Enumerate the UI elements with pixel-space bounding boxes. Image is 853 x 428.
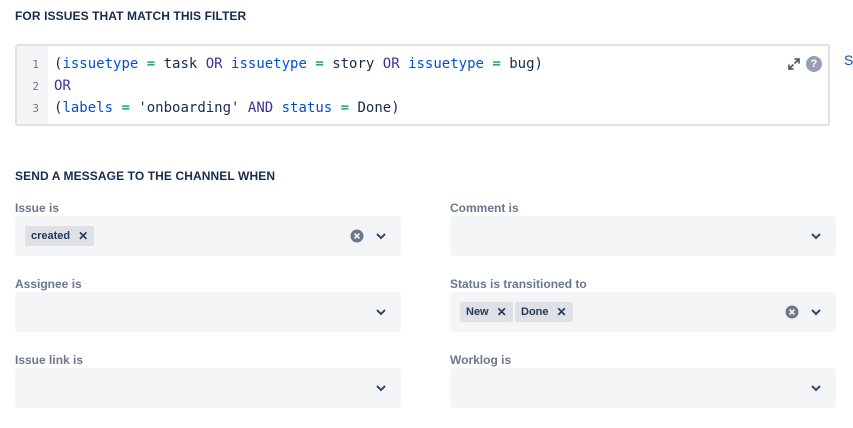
jql-field: issuetype [62,56,139,72]
assignee-is-select[interactable] [15,292,401,332]
status-transitioned-label: Status is transitioned to [450,277,587,291]
jql-value: bug [509,56,535,72]
status-chip: New ✕ [460,302,513,322]
comment-is-label: Comment is [450,201,519,215]
send-section-title: SEND A MESSAGE TO THE CHANNEL WHEN [15,169,276,183]
issue-link-is-select[interactable] [15,368,401,408]
jql-value: 'onboarding' [138,100,240,116]
jql-operator: = [306,56,333,72]
jql-operator: = [483,56,510,72]
code-line-3[interactable]: (labels = 'onboarding' AND status = Done… [54,100,400,116]
jql-keyword: OR [54,78,71,94]
issue-is-chip: created ✕ [25,226,95,246]
code-line-2[interactable]: OR [54,78,71,94]
jql-field: issuetype [231,56,307,72]
filter-section-title: FOR ISSUES THAT MATCH THIS FILTER [15,9,247,23]
clear-icon[interactable] [785,305,799,319]
close-icon[interactable]: ✕ [497,302,507,322]
close-icon[interactable]: ✕ [557,302,567,322]
jql-keyword: AND [239,100,282,116]
worklog-is-label: Worklog is [450,353,512,367]
issue-is-select[interactable]: created ✕ [15,216,401,256]
jql-field: labels [62,100,114,116]
jql-field: status [281,100,333,116]
chip-label: Done [521,306,549,318]
line-number: 1 [32,58,39,71]
jql-value: story [332,56,375,72]
issue-link-is-label: Issue link is [15,353,84,367]
chevron-down-icon[interactable] [375,231,387,241]
help-icon[interactable]: ? [806,56,822,72]
line-number: 3 [32,102,39,115]
chevron-down-icon[interactable] [375,307,387,317]
chip-label: created [31,230,71,242]
worklog-is-select[interactable] [450,368,836,408]
line-number-gutter: 1 2 3 [17,46,48,124]
chevron-down-icon[interactable] [810,231,822,241]
code-line-1[interactable]: (issuetype = task OR issuetype = story O… [54,56,543,72]
side-link[interactable]: S [844,52,853,68]
jql-operator: = [138,56,164,72]
comment-is-select[interactable] [450,216,836,256]
jql-field: issuetype [408,56,484,72]
chevron-down-icon[interactable] [810,383,822,393]
chevron-down-icon[interactable] [375,383,387,393]
status-chip: Done ✕ [515,302,573,322]
jql-keyword: OR [197,56,232,72]
chip-label: New [466,306,489,318]
issue-is-label: Issue is [15,201,60,215]
expand-icon[interactable] [787,57,801,71]
assignee-is-label: Assignee is [15,277,82,291]
jql-operator: = [113,100,139,116]
clear-icon[interactable] [350,229,364,243]
jql-operator: = [332,100,358,116]
jql-value: task [163,56,198,72]
jql-editor[interactable]: 1 2 3 (issuetype = task OR issuetype = s… [15,44,830,126]
paren: ) [534,56,543,72]
chevron-down-icon[interactable] [810,307,822,317]
jql-value: Done [357,100,392,116]
close-icon[interactable]: ✕ [78,226,88,246]
paren: ) [391,100,400,116]
line-number: 2 [32,80,39,93]
status-transitioned-select[interactable]: New ✕ Done ✕ [450,292,836,332]
jql-keyword: OR [374,56,409,72]
